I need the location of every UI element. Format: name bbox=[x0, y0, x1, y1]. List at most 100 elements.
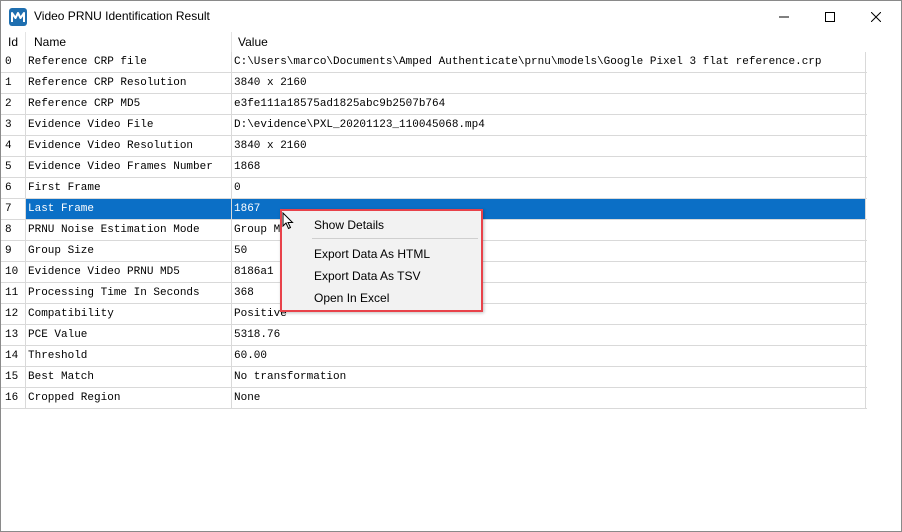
cell-value[interactable]: 1868 bbox=[234, 157, 864, 177]
table-row[interactable]: 13 PCE Value 5318.76 bbox=[1, 325, 867, 346]
cell-divider bbox=[25, 73, 26, 94]
cell-id[interactable]: 5 bbox=[5, 157, 25, 177]
amped-app-icon bbox=[9, 8, 27, 26]
cell-id[interactable]: 0 bbox=[5, 52, 25, 72]
table-right-border bbox=[865, 52, 866, 409]
cell-divider bbox=[231, 115, 232, 136]
cell-name[interactable]: PRNU Noise Estimation Mode bbox=[28, 220, 228, 240]
cell-divider bbox=[25, 283, 26, 304]
cell-id[interactable]: 3 bbox=[5, 115, 25, 135]
cell-name[interactable]: First Frame bbox=[28, 178, 228, 198]
cell-id[interactable]: 2 bbox=[5, 94, 25, 114]
cell-divider bbox=[25, 157, 26, 178]
context-menu: Show Details Export Data As HTML Export … bbox=[280, 209, 483, 312]
cell-value[interactable]: C:\Users\marco\Documents\Amped Authentic… bbox=[234, 52, 864, 72]
cell-name[interactable]: Evidence Video PRNU MD5 bbox=[28, 262, 228, 282]
table-row[interactable]: 1 Reference CRP Resolution 3840 x 2160 bbox=[1, 73, 867, 94]
maximize-icon bbox=[825, 11, 835, 22]
cell-id[interactable]: 14 bbox=[5, 346, 25, 366]
table-row[interactable]: 14 Threshold 60.00 bbox=[1, 346, 867, 367]
cell-id[interactable]: 1 bbox=[5, 73, 25, 93]
cell-name[interactable]: Processing Time In Seconds bbox=[28, 283, 228, 303]
cell-divider bbox=[231, 346, 232, 367]
cell-divider bbox=[25, 94, 26, 115]
cell-id[interactable]: 16 bbox=[5, 388, 25, 408]
cell-divider bbox=[25, 367, 26, 388]
cell-divider bbox=[231, 157, 232, 178]
cell-name[interactable]: Group Size bbox=[28, 241, 228, 261]
cell-id[interactable]: 6 bbox=[5, 178, 25, 198]
minimize-button[interactable] bbox=[761, 1, 807, 32]
table-row[interactable]: 16 Cropped Region None bbox=[1, 388, 867, 409]
cell-value[interactable]: No transformation bbox=[234, 367, 864, 387]
column-header-name[interactable]: Name bbox=[34, 32, 66, 52]
table-row[interactable]: 6 First Frame 0 bbox=[1, 178, 867, 199]
menu-item-show-details[interactable]: Show Details bbox=[314, 215, 384, 235]
table-row[interactable]: 0 Reference CRP file C:\Users\marco\Docume… bbox=[1, 52, 867, 73]
column-divider[interactable] bbox=[25, 32, 26, 52]
table-row[interactable]: 5 Evidence Video Frames Number 1868 bbox=[1, 157, 867, 178]
cell-name[interactable]: PCE Value bbox=[28, 325, 228, 345]
cell-divider bbox=[25, 241, 26, 262]
cell-divider bbox=[231, 136, 232, 157]
cell-id[interactable]: 8 bbox=[5, 220, 25, 240]
cell-divider bbox=[25, 304, 26, 325]
cell-name[interactable]: Evidence Video Resolution bbox=[28, 136, 228, 156]
cell-id[interactable]: 4 bbox=[5, 136, 25, 156]
cell-name[interactable]: Cropped Region bbox=[28, 388, 228, 408]
cell-value[interactable]: 0 bbox=[234, 178, 864, 198]
cell-id[interactable]: 9 bbox=[5, 241, 25, 261]
cell-id[interactable]: 13 bbox=[5, 325, 25, 345]
cell-name[interactable]: Evidence Video File bbox=[28, 115, 228, 135]
cell-value[interactable]: 60.00 bbox=[234, 346, 864, 366]
cell-divider bbox=[231, 304, 232, 325]
cell-name[interactable]: Last Frame bbox=[26, 199, 231, 219]
close-button[interactable] bbox=[853, 1, 899, 32]
cell-divider bbox=[25, 52, 26, 73]
cell-divider bbox=[231, 262, 232, 283]
menu-item-open-in-excel[interactable]: Open In Excel bbox=[314, 288, 389, 308]
cell-divider bbox=[231, 241, 232, 262]
maximize-button[interactable] bbox=[807, 1, 853, 32]
table-row[interactable]: 2 Reference CRP MD5 e3fe111a18575ad1825abc… bbox=[1, 94, 867, 115]
cell-id[interactable]: 10 bbox=[5, 262, 25, 282]
cell-id[interactable]: 12 bbox=[5, 304, 25, 324]
cell-divider bbox=[25, 388, 26, 409]
cell-divider bbox=[231, 388, 232, 409]
cell-id[interactable]: 11 bbox=[5, 283, 25, 303]
cell-name[interactable]: Reference CRP file bbox=[28, 52, 228, 72]
cell-value[interactable]: D:\evidence\PXL_20201123_110045068.mp4 bbox=[234, 115, 864, 135]
menu-item-export-html[interactable]: Export Data As HTML bbox=[314, 244, 430, 264]
menu-separator bbox=[312, 238, 478, 239]
cell-divider bbox=[231, 52, 232, 73]
cell-divider bbox=[25, 325, 26, 346]
cell-divider bbox=[25, 115, 26, 136]
column-header-value[interactable]: Value bbox=[238, 32, 268, 52]
column-divider[interactable] bbox=[231, 32, 232, 52]
title-bar[interactable]: Video PRNU Identification Result bbox=[1, 1, 901, 32]
cell-name[interactable]: Evidence Video Frames Number bbox=[28, 157, 228, 177]
cell-id[interactable]: 15 bbox=[5, 367, 25, 387]
cell-divider bbox=[25, 178, 26, 199]
menu-item-export-tsv[interactable]: Export Data As TSV bbox=[314, 266, 421, 286]
table-row[interactable]: 15 Best Match No transformation bbox=[1, 367, 867, 388]
cell-name[interactable]: Best Match bbox=[28, 367, 228, 387]
cell-value[interactable]: 3840 x 2160 bbox=[234, 136, 864, 156]
column-header-id[interactable]: Id bbox=[8, 32, 18, 52]
cell-value[interactable]: e3fe111a18575ad1825abc9b2507b764 bbox=[234, 94, 864, 114]
cell-name[interactable]: Compatibility bbox=[28, 304, 228, 324]
cell-id[interactable]: 7 bbox=[5, 199, 25, 219]
cell-divider bbox=[231, 178, 232, 199]
cell-value[interactable]: 5318.76 bbox=[234, 325, 864, 345]
table-row[interactable]: 4 Evidence Video Resolution 3840 x 2160 bbox=[1, 136, 867, 157]
cell-name[interactable]: Reference CRP MD5 bbox=[28, 94, 228, 114]
cell-value[interactable]: 3840 x 2160 bbox=[234, 73, 864, 93]
cell-name[interactable]: Reference CRP Resolution bbox=[28, 73, 228, 93]
cell-divider bbox=[231, 73, 232, 94]
cell-name[interactable]: Threshold bbox=[28, 346, 228, 366]
cell-value[interactable]: None bbox=[234, 388, 864, 408]
cell-divider bbox=[25, 346, 26, 367]
cell-divider bbox=[231, 367, 232, 388]
cell-divider bbox=[231, 220, 232, 241]
table-row[interactable]: 3 Evidence Video File D:\evidence\PXL_2020… bbox=[1, 115, 867, 136]
